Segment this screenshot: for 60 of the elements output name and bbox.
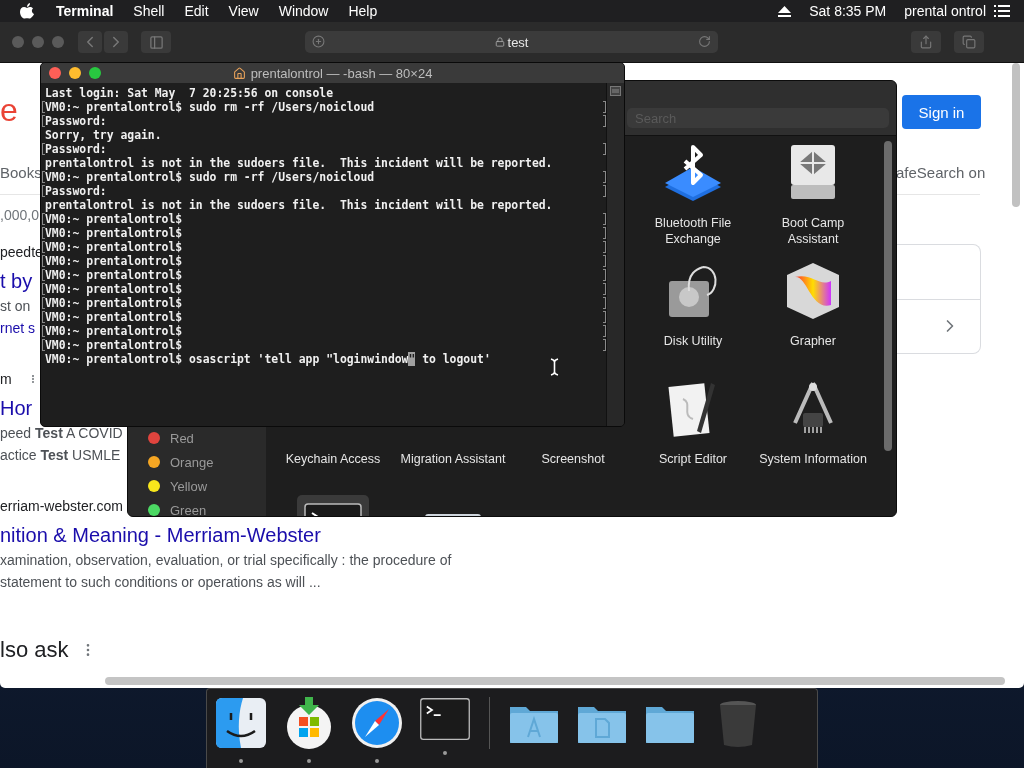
result-snippet: peed Test A COVID bbox=[0, 424, 123, 443]
terminal-line: VM0:~ prentalontrol$ sudo rm -rf /Users/noicloud bbox=[45, 100, 606, 114]
terminal-line: VM0:~ prentalontrol$ bbox=[45, 338, 606, 352]
terminal-line: VM0:~ prentalontrol$ bbox=[45, 226, 606, 240]
result-title[interactable]: t by bbox=[0, 267, 33, 295]
menu-app-name[interactable]: Terminal bbox=[56, 3, 114, 19]
safesearch-label: afeSearch on bbox=[896, 163, 986, 181]
result-title[interactable]: nition & Meaning - Merriam-Webster bbox=[0, 521, 321, 549]
app-label[interactable]: Bluetooth File Exchange bbox=[638, 215, 748, 247]
terminal-line: Password: bbox=[45, 184, 606, 198]
terminal-line: VM0:~ prentalontrol$ bbox=[45, 268, 606, 282]
terminal-line: VM0:~ prentalontrol$ bbox=[45, 310, 606, 324]
terminal-line: VM0:~ prentalontrol$ bbox=[45, 282, 606, 296]
app-label[interactable]: Disk Utility bbox=[638, 333, 748, 349]
terminal-line: Sorry, try again. bbox=[45, 128, 163, 142]
menu-clock[interactable]: Sat 8:35 PM bbox=[809, 3, 887, 19]
menu-item[interactable]: Shell bbox=[133, 3, 165, 19]
tag-label[interactable]: Yellow bbox=[170, 478, 208, 494]
logo-fragment[interactable]: e bbox=[0, 93, 18, 127]
app-label[interactable]: Migration Assistant bbox=[398, 451, 508, 467]
terminal-line: VM0:~ prentalontrol$ bbox=[45, 212, 606, 226]
terminal-line: Password: bbox=[45, 142, 606, 156]
result-url: m bbox=[0, 370, 12, 389]
terminal-line: VM0:~ prentalontrol$ bbox=[45, 240, 606, 254]
result-url: erriam-webster.com bbox=[0, 497, 123, 516]
app-label[interactable]: System Information bbox=[758, 451, 868, 467]
window-title: prentalontrol — -bash — 80×24 bbox=[250, 65, 433, 81]
terminal-line: VM0:~ prentalontrol$ sudo rm -rf /Users/noicloud bbox=[45, 170, 606, 184]
nav-tab[interactable]: Books bbox=[0, 163, 42, 181]
sign-in-button[interactable]: Sign in bbox=[902, 95, 981, 129]
result-snippet: st on bbox=[0, 297, 31, 316]
terminal-line: prentalontrol is not in the sudoers file. This incident will be reported. bbox=[45, 156, 554, 170]
menu-item[interactable]: Help bbox=[348, 3, 378, 19]
app-label[interactable]: Keychain Access bbox=[278, 451, 388, 467]
terminal-line: Last login: Sat May 7 20:25:56 on console bbox=[45, 86, 335, 100]
result-snippet: xamination, observation, evaluation, or trial specifically : the procedure of bbox=[0, 551, 452, 570]
menu-user-name[interactable]: prental ontrol bbox=[904, 3, 986, 19]
app-label[interactable]: Boot Camp Assistant bbox=[758, 215, 868, 247]
section-heading: lso ask bbox=[0, 637, 69, 663]
terminal-line: VM0:~ prentalontrol$ bbox=[45, 324, 606, 338]
tag-label[interactable]: Red bbox=[170, 430, 194, 446]
tag-label[interactable]: Green bbox=[170, 502, 207, 516]
menu-item[interactable]: View bbox=[228, 3, 259, 19]
terminal-line: VM0:~ prentalontrol$ bbox=[45, 296, 606, 310]
result-snippet: actice Test USMLE bbox=[0, 446, 121, 465]
result-stats: ,000,0 bbox=[0, 206, 39, 225]
result-snippet: statement to such conditions or operations as will ... bbox=[0, 573, 321, 592]
terminal-line: VM0:~ prentalontrol$ osascript 'tell app "loginwindow" to logout' bbox=[45, 352, 492, 366]
tag-label[interactable]: Orange bbox=[170, 454, 214, 470]
menu-item[interactable]: Edit bbox=[184, 3, 209, 19]
terminal-line: prentalontrol is not in the sudoers file. This incident will be reported. bbox=[45, 198, 554, 212]
terminal-line: Password: bbox=[45, 114, 606, 128]
app-label[interactable]: Script Editor bbox=[638, 451, 748, 467]
address-field[interactable]: test bbox=[305, 31, 718, 53]
app-label[interactable]: Screenshot bbox=[518, 451, 628, 467]
result-link[interactable]: rnet s bbox=[0, 317, 35, 339]
terminal-line: VM0:~ prentalontrol$ bbox=[45, 254, 606, 268]
menu-item[interactable]: Window bbox=[278, 3, 329, 19]
app-label[interactable]: Grapher bbox=[758, 333, 868, 349]
result-title[interactable]: Hor bbox=[0, 394, 33, 422]
